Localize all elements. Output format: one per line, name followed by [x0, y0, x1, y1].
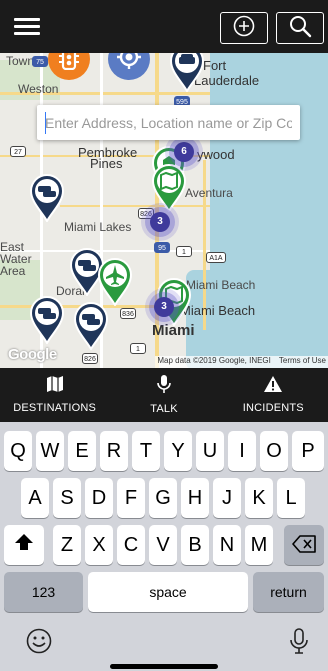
- space-key[interactable]: space: [88, 572, 248, 612]
- key-e[interactable]: E: [68, 431, 96, 471]
- key-t[interactable]: T: [132, 431, 160, 471]
- key-r[interactable]: R: [100, 431, 128, 471]
- key-c[interactable]: C: [117, 525, 145, 565]
- shift-arrow-icon: [14, 533, 34, 557]
- key-y[interactable]: Y: [164, 431, 192, 471]
- key-v[interactable]: V: [149, 525, 177, 565]
- route-shield-826-south: 826: [82, 353, 98, 364]
- return-key[interactable]: return: [253, 572, 324, 612]
- tab-talk[interactable]: TALK: [109, 368, 218, 422]
- route-shield-1-south: 1: [130, 343, 146, 354]
- address-search-input[interactable]: [37, 105, 300, 140]
- key-w[interactable]: W: [36, 431, 64, 471]
- on-screen-keyboard: Q W E R T Y U I O P A S D F G H J K L Z …: [0, 422, 328, 671]
- key-b[interactable]: B: [181, 525, 209, 565]
- map-pin-traffic-camera[interactable]: [72, 300, 110, 352]
- hamburger-menu-icon: [14, 18, 40, 21]
- route-shield-27: 27: [10, 146, 26, 157]
- map-label-area: Area: [0, 264, 26, 278]
- home-indicator[interactable]: [110, 664, 218, 669]
- shift-key[interactable]: [4, 525, 44, 565]
- tab-destinations-label: DESTINATIONS: [13, 402, 97, 414]
- microphone-icon: [157, 375, 171, 398]
- map-label-hollywood: ywood: [197, 147, 235, 162]
- backspace-icon: [292, 534, 316, 556]
- route-shield-836: 836: [120, 308, 136, 319]
- map-label-town: Town: [6, 54, 35, 68]
- map-view[interactable]: Town Fort Lauderdale Weston Pembroke Pin…: [0, 0, 328, 368]
- google-logo: Google: [8, 346, 57, 363]
- map-cluster-marker[interactable]: 3: [150, 212, 170, 232]
- key-f[interactable]: F: [117, 478, 145, 518]
- map-cluster-marker[interactable]: 3: [154, 297, 174, 317]
- key-o[interactable]: O: [260, 431, 288, 471]
- key-p[interactable]: P: [292, 431, 324, 471]
- key-n[interactable]: N: [213, 525, 241, 565]
- key-x[interactable]: X: [85, 525, 113, 565]
- top-bar: [0, 0, 328, 53]
- key-m[interactable]: M: [245, 525, 273, 565]
- map-cluster-marker[interactable]: 6: [174, 142, 194, 162]
- terms-of-use-link[interactable]: Terms of Use: [279, 356, 326, 365]
- key-a[interactable]: A: [21, 478, 49, 518]
- route-shield-75: 75: [32, 56, 48, 67]
- map-label-miami-beach-north: Miami Beach: [186, 278, 256, 292]
- key-j[interactable]: J: [213, 478, 241, 518]
- map-label-pines: Pines: [90, 156, 123, 171]
- map-label-aventura: Aventura: [185, 186, 233, 200]
- key-q[interactable]: Q: [4, 431, 32, 471]
- numbers-key[interactable]: 123: [4, 572, 83, 612]
- key-d[interactable]: D: [85, 478, 113, 518]
- key-k[interactable]: K: [245, 478, 273, 518]
- map-pin-airport[interactable]: [96, 256, 134, 308]
- map-pin-destination[interactable]: [150, 162, 188, 214]
- route-shield-a1a: A1A: [206, 252, 226, 263]
- map-icon: [46, 376, 64, 397]
- map-data-credit: Map data ©2019 Google, INEGI: [157, 356, 271, 365]
- key-z[interactable]: Z: [53, 525, 81, 565]
- menu-button[interactable]: [14, 18, 40, 36]
- dictation-button[interactable]: [290, 628, 308, 659]
- map-pin-traffic-camera[interactable]: [28, 172, 66, 224]
- map-label-weston: Weston: [18, 82, 59, 96]
- map-pin-traffic-camera[interactable]: [28, 294, 66, 346]
- emoji-icon: [26, 628, 52, 658]
- map-label-fort: Fort: [203, 58, 227, 73]
- map-attribution: Map data ©2019 Google, INEGI Terms of Use: [155, 356, 328, 368]
- address-search-box[interactable]: [37, 105, 300, 140]
- route-shield-1-north: 1: [176, 246, 192, 257]
- text-cursor: [45, 112, 46, 134]
- tab-destinations[interactable]: DESTINATIONS: [0, 368, 109, 422]
- key-i[interactable]: I: [228, 431, 256, 471]
- search-icon: [288, 14, 312, 43]
- add-button[interactable]: [220, 12, 268, 44]
- key-u[interactable]: U: [196, 431, 224, 471]
- key-g[interactable]: G: [149, 478, 177, 518]
- emoji-button[interactable]: [26, 628, 52, 659]
- key-l[interactable]: L: [277, 478, 305, 518]
- route-shield-95: 95: [154, 242, 170, 253]
- tab-incidents-label: INCIDENTS: [242, 402, 304, 414]
- key-s[interactable]: S: [53, 478, 81, 518]
- delete-key[interactable]: [284, 525, 324, 565]
- microphone-icon: [290, 628, 308, 658]
- bottom-tab-bar: DESTINATIONS TALK INCIDENTS: [0, 368, 328, 422]
- map-label-miami-lakes: Miami Lakes: [64, 220, 132, 234]
- warning-icon: [264, 376, 283, 397]
- tab-incidents[interactable]: INCIDENTS: [219, 368, 328, 422]
- key-h[interactable]: H: [181, 478, 209, 518]
- circle-plus-icon: [233, 15, 255, 42]
- tab-talk-label: TALK: [150, 403, 178, 415]
- search-button[interactable]: [276, 12, 324, 44]
